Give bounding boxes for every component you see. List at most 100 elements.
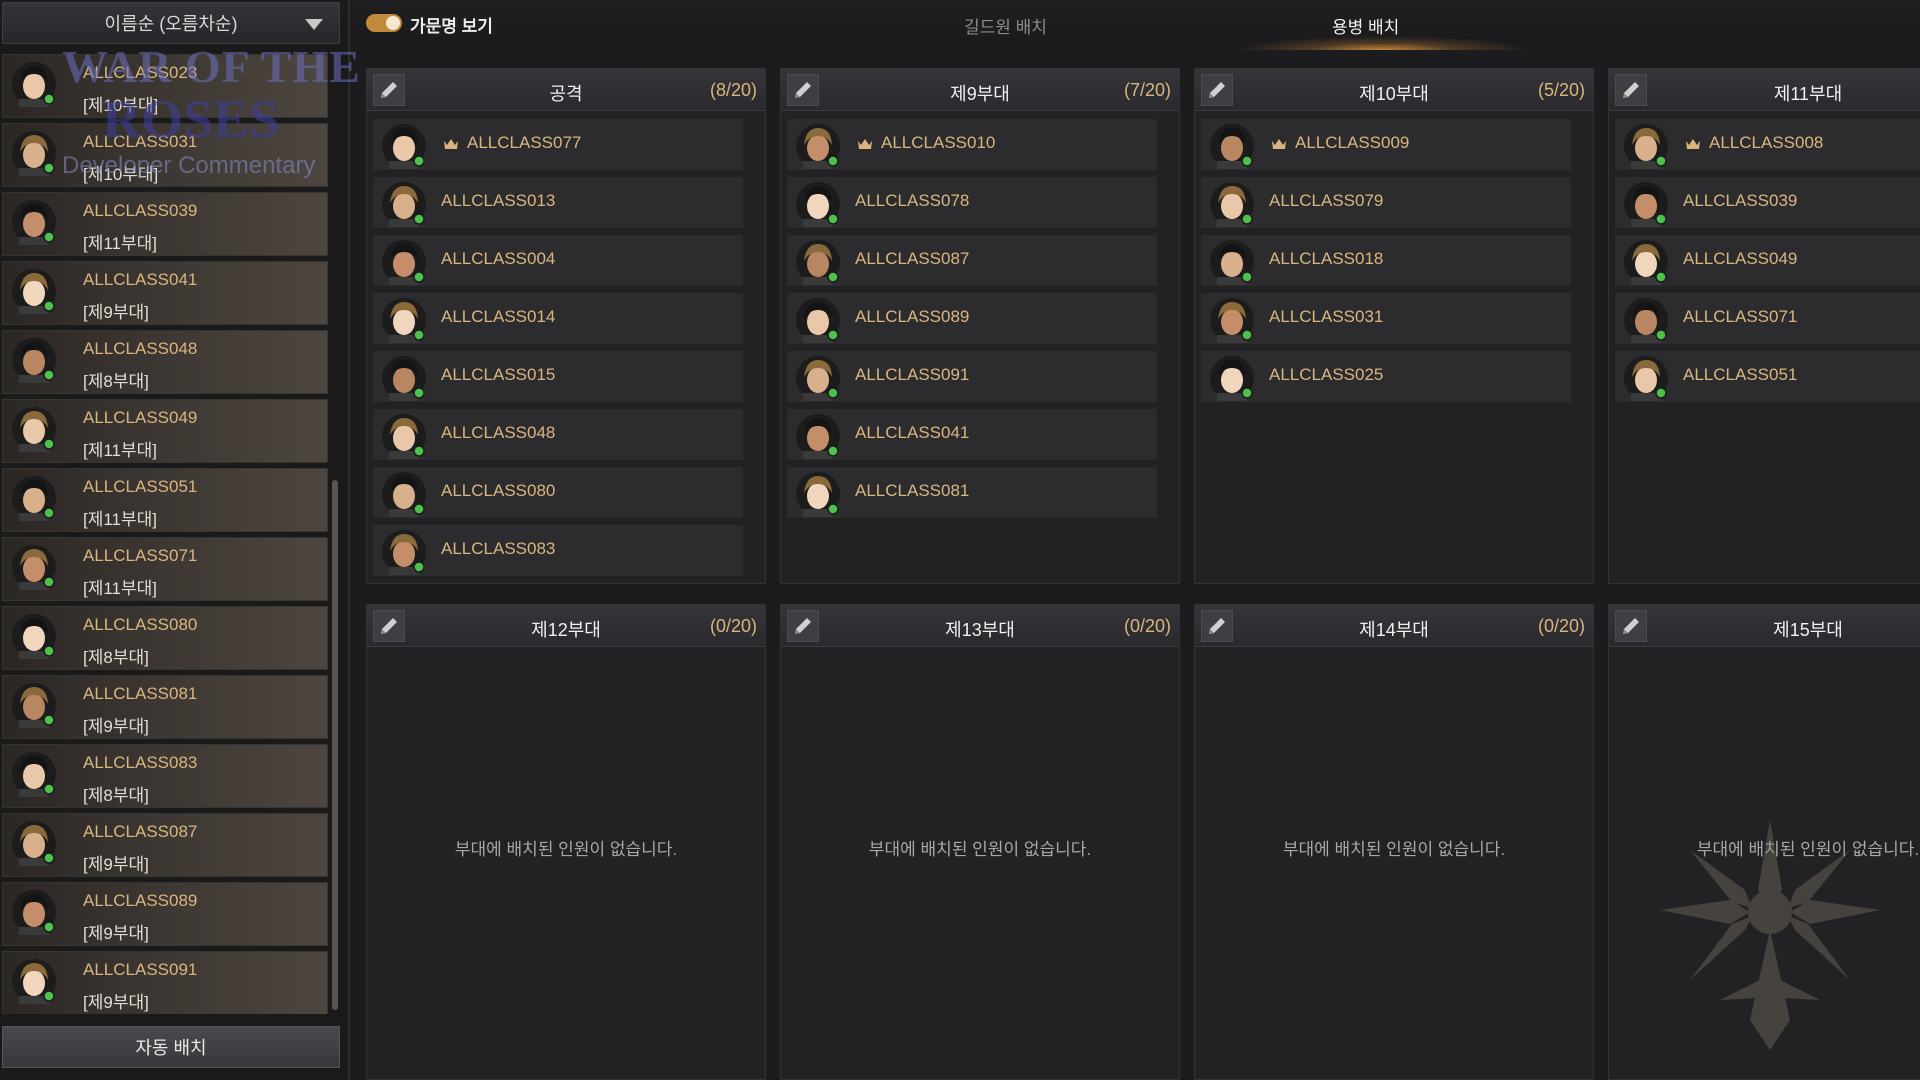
squad-member-slot[interactable]: ALLCLASS089 bbox=[787, 293, 1157, 345]
member-squad: [제9부대] bbox=[83, 303, 149, 322]
avatar bbox=[1624, 240, 1668, 285]
squad-member-name: ALLCLASS048 bbox=[441, 423, 556, 442]
online-status-icon bbox=[1655, 213, 1667, 225]
avatar bbox=[1210, 356, 1254, 401]
avatar bbox=[382, 240, 426, 285]
online-status-icon bbox=[827, 213, 839, 225]
online-status-icon bbox=[43, 369, 55, 381]
member-list-scrollbar[interactable] bbox=[332, 480, 338, 1010]
squad-leader-slot[interactable]: ALLCLASS077 bbox=[373, 119, 743, 171]
list-item[interactable]: ALLCLASS031 [제10부대] bbox=[2, 123, 328, 187]
squad-member-slot[interactable]: ALLCLASS041 bbox=[787, 409, 1157, 461]
squad-member-name: ALLCLASS025 bbox=[1269, 365, 1384, 384]
family-name-toggle[interactable] bbox=[366, 14, 402, 32]
squad-member-slot[interactable]: ALLCLASS014 bbox=[373, 293, 743, 345]
squad-leader-slot[interactable]: ALLCLASS008 bbox=[1615, 119, 1920, 171]
list-item[interactable]: ALLCLASS071 [제11부대] bbox=[2, 537, 328, 601]
list-item[interactable]: ALLCLASS039 [제11부대] bbox=[2, 192, 328, 256]
squad-member-slot[interactable]: ALLCLASS031 bbox=[1201, 293, 1571, 345]
squad-panel: 제14부대 (0/20) 부대에 배치된 인원이 없습니다. bbox=[1194, 604, 1594, 1080]
squad-member-slot[interactable]: ALLCLASS051 bbox=[1615, 351, 1920, 403]
squad-member-name: ALLCLASS051 bbox=[1683, 365, 1798, 384]
list-item[interactable]: ALLCLASS048 [제8부대] bbox=[2, 330, 328, 394]
squad-panel: 제10부대 (5/20) ALLCLASS009 ALLCLASS079 ALLCLAS… bbox=[1194, 68, 1594, 584]
squad-member-name: ALLCLASS008 bbox=[1709, 133, 1824, 152]
list-item[interactable]: ALLCLASS091 [제9부대] bbox=[2, 951, 328, 1014]
squad-member-slot[interactable]: ALLCLASS004 bbox=[373, 235, 743, 287]
list-item[interactable]: ALLCLASS051 [제11부대] bbox=[2, 468, 328, 532]
auto-assign-button[interactable]: 자동 배치 bbox=[2, 1026, 340, 1068]
member-squad: [제10부대] bbox=[83, 96, 159, 115]
squad-panel: 제12부대 (0/20) 부대에 배치된 인원이 없습니다. bbox=[366, 604, 766, 1080]
sort-dropdown[interactable]: 이름순 (오름차순) bbox=[2, 2, 340, 44]
squad-member-name: ALLCLASS041 bbox=[855, 423, 970, 442]
online-status-icon bbox=[1241, 155, 1253, 167]
sort-dropdown-label: 이름순 (오름차순) bbox=[104, 14, 238, 34]
member-list: ALLCLASS023 [제10부대] ALLCLASS031 [제10부대] ALLC… bbox=[2, 54, 328, 1014]
avatar bbox=[12, 821, 56, 866]
avatar bbox=[12, 614, 56, 659]
empty-squad-message: 부대에 배치된 인원이 없습니다. bbox=[868, 840, 1092, 859]
online-status-icon bbox=[43, 852, 55, 864]
member-name: ALLCLASS080 bbox=[83, 615, 198, 634]
squad-member-name: ALLCLASS077 bbox=[467, 133, 582, 152]
squad-title: 제10부대 bbox=[1359, 84, 1429, 104]
list-item[interactable]: ALLCLASS089 [제9부대] bbox=[2, 882, 328, 946]
squad-member-slot[interactable]: ALLCLASS025 bbox=[1201, 351, 1571, 403]
avatar bbox=[12, 752, 56, 797]
squad-member-slot[interactable]: ALLCLASS039 bbox=[1615, 177, 1920, 229]
list-item[interactable]: ALLCLASS081 [제9부대] bbox=[2, 675, 328, 739]
auto-assign-label: 자동 배치 bbox=[135, 1038, 207, 1058]
list-item[interactable]: ALLCLASS087 [제9부대] bbox=[2, 813, 328, 877]
online-status-icon bbox=[827, 387, 839, 399]
squad-header: 제14부대 (0/20) bbox=[1195, 605, 1593, 647]
member-squad: [제11부대] bbox=[83, 579, 158, 598]
avatar bbox=[382, 472, 426, 517]
online-status-icon bbox=[827, 503, 839, 515]
squad-member-slot[interactable]: ALLCLASS018 bbox=[1201, 235, 1571, 287]
member-name: ALLCLASS041 bbox=[83, 270, 198, 289]
list-item[interactable]: ALLCLASS083 [제8부대] bbox=[2, 744, 328, 808]
squad-member-slot[interactable]: ALLCLASS087 bbox=[787, 235, 1157, 287]
member-squad: [제9부대] bbox=[83, 924, 149, 943]
list-item[interactable]: ALLCLASS041 [제9부대] bbox=[2, 261, 328, 325]
chevron-down-icon[interactable] bbox=[305, 19, 323, 30]
squad-member-slot[interactable]: ALLCLASS013 bbox=[373, 177, 743, 229]
squad-member-slot[interactable]: ALLCLASS071 bbox=[1615, 293, 1920, 345]
squad-member-slot[interactable]: ALLCLASS079 bbox=[1201, 177, 1571, 229]
squad-member-slot[interactable]: ALLCLASS078 bbox=[787, 177, 1157, 229]
list-item[interactable]: ALLCLASS049 [제11부대] bbox=[2, 399, 328, 463]
avatar bbox=[12, 338, 56, 383]
tab-guild-placement[interactable]: 길드원 배치 bbox=[964, 13, 1047, 38]
avatar bbox=[1210, 124, 1254, 169]
squad-member-name: ALLCLASS039 bbox=[1683, 191, 1798, 210]
squad-title: 제9부대 bbox=[950, 84, 1010, 104]
online-status-icon bbox=[1241, 271, 1253, 283]
squad-member-slot[interactable]: ALLCLASS081 bbox=[787, 467, 1157, 519]
squad-member-slot[interactable]: ALLCLASS080 bbox=[373, 467, 743, 519]
squad-member-slot[interactable]: ALLCLASS083 bbox=[373, 525, 743, 577]
member-name: ALLCLASS083 bbox=[83, 753, 198, 772]
avatar bbox=[12, 545, 56, 590]
online-status-icon bbox=[413, 387, 425, 399]
squad-leader-slot[interactable]: ALLCLASS010 bbox=[787, 119, 1157, 171]
squad-leader-slot[interactable]: ALLCLASS009 bbox=[1201, 119, 1571, 171]
avatar bbox=[382, 182, 426, 227]
list-item[interactable]: ALLCLASS080 [제8부대] bbox=[2, 606, 328, 670]
list-item[interactable]: ALLCLASS023 [제10부대] bbox=[2, 54, 328, 118]
avatar bbox=[12, 62, 56, 107]
avatar bbox=[796, 472, 840, 517]
squad-member-slot[interactable]: ALLCLASS091 bbox=[787, 351, 1157, 403]
member-squad: [제11부대] bbox=[83, 510, 158, 529]
online-status-icon bbox=[413, 213, 425, 225]
online-status-icon bbox=[43, 438, 55, 450]
squad-member-list: ALLCLASS077 ALLCLASS013 ALLCLASS004 ALLCLAS… bbox=[373, 119, 743, 583]
squad-member-slot[interactable]: ALLCLASS049 bbox=[1615, 235, 1920, 287]
squad-header: 공격 (8/20) bbox=[367, 69, 765, 111]
squad-member-name: ALLCLASS004 bbox=[441, 249, 556, 268]
tab-mercenary-placement[interactable]: 용병 배치 bbox=[1332, 13, 1399, 38]
squad-member-slot[interactable]: ALLCLASS048 bbox=[373, 409, 743, 461]
online-status-icon bbox=[43, 93, 55, 105]
squad-title: 공격 bbox=[549, 84, 583, 104]
squad-member-slot[interactable]: ALLCLASS015 bbox=[373, 351, 743, 403]
